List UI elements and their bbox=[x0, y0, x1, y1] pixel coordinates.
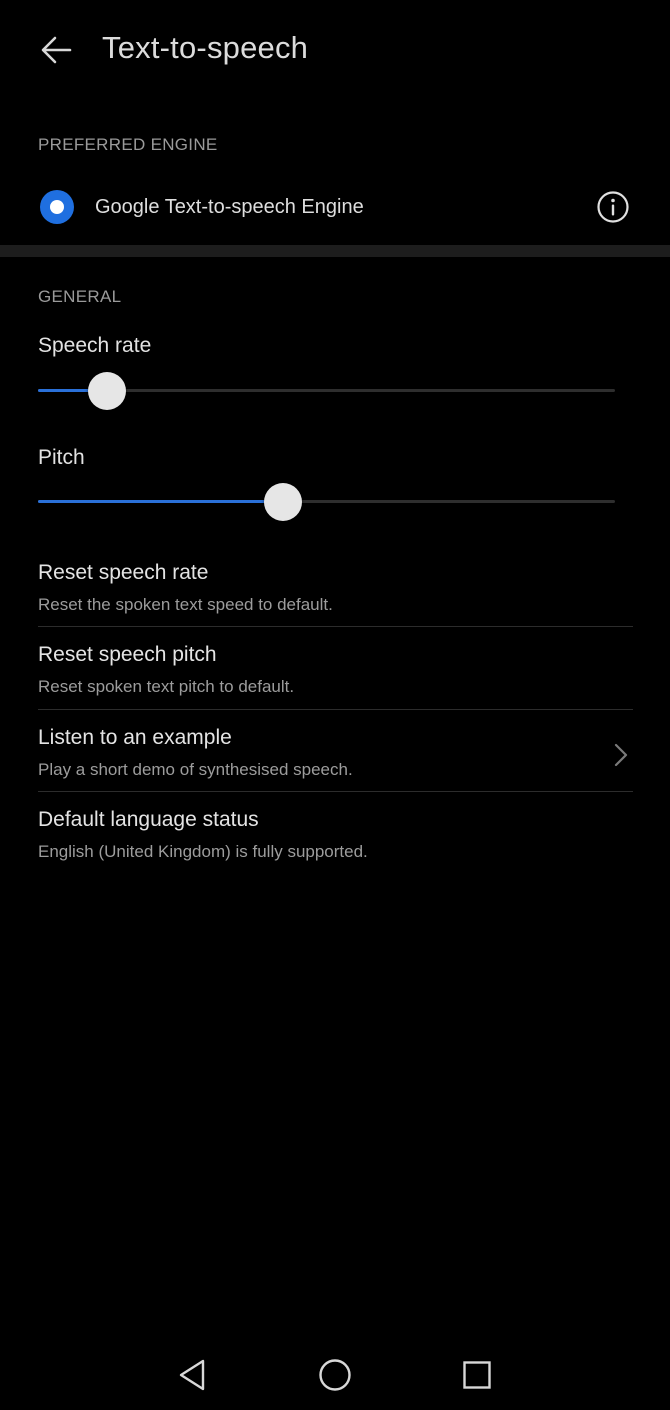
slider-thumb[interactable] bbox=[88, 372, 127, 410]
reset-speech-rate-item[interactable]: Reset speech rate Reset the spoken text … bbox=[38, 561, 633, 643]
circle-home-icon bbox=[319, 1359, 351, 1391]
nav-home-button[interactable] bbox=[310, 1350, 360, 1400]
chevron-right-icon bbox=[614, 743, 628, 767]
info-icon bbox=[597, 191, 629, 223]
item-title: Reset speech pitch bbox=[38, 643, 217, 666]
section-divider bbox=[0, 245, 670, 257]
slider-thumb[interactable] bbox=[264, 483, 303, 521]
triangle-back-icon bbox=[179, 1359, 205, 1391]
list-divider bbox=[38, 626, 633, 627]
section-header-general: GENERAL bbox=[38, 287, 122, 306]
engine-info-button[interactable] bbox=[595, 189, 631, 225]
page-title: Text-to-speech bbox=[102, 30, 309, 65]
speech-rate-slider[interactable] bbox=[38, 371, 615, 411]
list-divider bbox=[38, 709, 633, 710]
engine-option-google[interactable]: Google Text-to-speech Engine bbox=[0, 172, 670, 242]
back-button[interactable] bbox=[28, 24, 84, 76]
item-subtitle: Play a short demo of synthesised speech. bbox=[38, 760, 353, 779]
pitch-label: Pitch bbox=[38, 446, 85, 469]
item-subtitle: Reset the spoken text speed to default. bbox=[38, 595, 333, 614]
engine-label: Google Text-to-speech Engine bbox=[95, 196, 364, 218]
reset-speech-pitch-item[interactable]: Reset speech pitch Reset spoken text pit… bbox=[38, 643, 633, 725]
pitch-slider[interactable] bbox=[38, 482, 615, 522]
item-title: Listen to an example bbox=[38, 726, 232, 749]
radio-button-selected[interactable] bbox=[40, 190, 74, 224]
section-header-preferred-engine: PREFERRED ENGINE bbox=[38, 135, 218, 154]
nav-back-button[interactable] bbox=[168, 1350, 218, 1400]
listen-example-item[interactable]: Listen to an example Play a short demo o… bbox=[38, 726, 633, 808]
app-bar: Text-to-speech bbox=[0, 0, 670, 100]
item-title: Default language status bbox=[38, 808, 259, 831]
item-subtitle: Reset spoken text pitch to default. bbox=[38, 677, 295, 696]
slider-fill bbox=[38, 500, 284, 503]
square-recents-icon bbox=[463, 1361, 491, 1389]
speech-rate-label: Speech rate bbox=[38, 334, 152, 357]
radio-dot bbox=[50, 200, 64, 214]
item-subtitle: English (United Kingdom) is fully suppor… bbox=[38, 842, 368, 861]
default-language-status-item[interactable]: Default language status English (United … bbox=[38, 808, 633, 890]
nav-recents-button[interactable] bbox=[452, 1350, 502, 1400]
arrow-left-icon bbox=[41, 36, 72, 64]
system-nav-bar bbox=[0, 1340, 670, 1410]
item-title: Reset speech rate bbox=[38, 561, 209, 584]
list-divider bbox=[38, 791, 633, 792]
